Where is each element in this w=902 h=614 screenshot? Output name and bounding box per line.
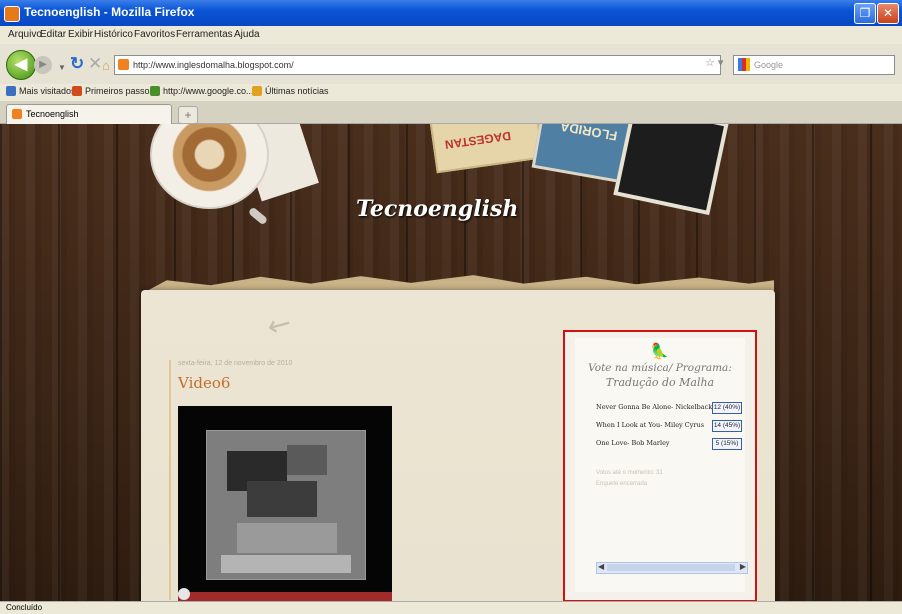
tab-tecnoenglish[interactable]: Tecnoenglish (6, 104, 172, 124)
url-text: http://www.inglesdomalha.blogspot.com/ (133, 60, 294, 70)
parrot-icon: 🦜 (650, 343, 669, 360)
blog-title[interactable]: Tecnoenglish (356, 196, 518, 222)
site-favicon (118, 59, 129, 70)
tab-label: Tecnoenglish (26, 109, 79, 119)
bookmark-ultimas-noticias[interactable]: Últimas notícias (252, 86, 329, 96)
spoon-image (247, 206, 269, 226)
web-content: DAGESTAN FLORIDA Tecnoenglish ↙ sexta-fe… (0, 124, 902, 601)
poll-widget-highlight: 🦜 Vote na música/ Programa: Tradução do … (563, 330, 757, 601)
menu-arquivo[interactable]: Arquivo (8, 29, 42, 40)
new-tab-button[interactable]: + (178, 106, 198, 124)
bookmark-label: Mais visitados (19, 86, 76, 96)
close-window-button[interactable]: ✕ (877, 3, 899, 24)
menu-historico[interactable]: Histórico (94, 29, 133, 40)
menu-favoritos[interactable]: Favoritos (134, 29, 175, 40)
poll-result: 12 (40%) (712, 402, 742, 414)
poll-song: When I Look at You- Miley Cyrus (596, 421, 705, 429)
back-button[interactable]: ◀ (6, 50, 36, 80)
video-progress-bar[interactable] (178, 592, 392, 601)
stop-icon[interactable]: ✕ (88, 54, 102, 74)
menu-ajuda[interactable]: Ajuda (234, 29, 260, 40)
header-card-dagestan: DAGESTAN (428, 124, 544, 174)
rss-icon (252, 86, 262, 96)
home-icon[interactable]: ⌂ (102, 56, 110, 76)
bookmark-google[interactable]: http://www.google.co... (150, 86, 254, 96)
video-seek-handle[interactable] (178, 588, 190, 600)
firefox-icon (4, 6, 20, 22)
menu-ferramentas[interactable]: Ferramentas (176, 29, 233, 40)
google-icon (738, 58, 750, 71)
poll-subtitle: Tradução do Malha (605, 376, 715, 389)
poll-song: Never Gonna Be Alone- Nickelback (596, 403, 713, 411)
search-box[interactable]: Google (733, 55, 895, 75)
poll-scrollbar[interactable]: ◀ ▶ (596, 562, 748, 574)
card-text: DAGESTAN (443, 128, 512, 152)
restore-button[interactable]: ❐ (854, 3, 876, 24)
navigation-toolbar: ◀ ▶ ▼ ↻ ✕ ⌂ http://www.inglesdomalha.blo… (0, 44, 902, 84)
status-text: Concluído (6, 603, 43, 612)
bookmark-label: Primeiros passos (85, 86, 155, 96)
tab-strip: Tecnoenglish + (0, 101, 902, 124)
video-thumbnail (206, 430, 366, 580)
bookmark-mais-visitados[interactable]: Mais visitados (6, 86, 76, 96)
tab-favicon (12, 109, 22, 119)
bookmark-primeiros-passos[interactable]: Primeiros passos (72, 86, 154, 96)
title-bar: Tecnoenglish - Mozilla Firefox ❐ ✕ (0, 0, 902, 26)
poll-option: One Love- Bob Marley 5 (15%) (596, 438, 744, 450)
bookmark-label: http://www.google.co... (163, 86, 254, 96)
poll-result: 14 (45%) (712, 420, 742, 432)
bookmark-star-icon[interactable]: ☆ ▾ (705, 56, 723, 69)
scroll-left-icon[interactable]: ◀ (598, 562, 604, 571)
poll-title: Vote na música/ Programa: (588, 362, 732, 374)
post-title[interactable]: Video6 (178, 374, 230, 392)
poll-status: Enquete encerrada (596, 481, 648, 487)
search-placeholder: Google (754, 60, 784, 70)
card-text: FLORIDA (558, 124, 619, 144)
bookmark-icon (150, 86, 160, 96)
post-date: sexta-feira, 12 de novembro de 2010 (178, 360, 293, 367)
menu-editar[interactable]: Editar (40, 29, 66, 40)
bookmarks-toolbar: Mais visitados Primeiros passos http://w… (0, 84, 902, 101)
bookmark-icon (6, 86, 16, 96)
scroll-thumb[interactable] (607, 564, 735, 571)
scroll-right-icon[interactable]: ▶ (740, 562, 746, 571)
window-title: Tecnoenglish - Mozilla Firefox (24, 5, 195, 19)
poll-option: Never Gonna Be Alone- Nickelback 12 (40%… (596, 402, 744, 414)
post-divider (169, 360, 171, 600)
poll-votes: Votos até o momento: 31 (596, 470, 663, 476)
status-bar: Concluído (0, 601, 902, 614)
header-photo (613, 124, 729, 216)
history-dropdown-icon[interactable]: ▼ (58, 58, 66, 78)
poll-song: One Love- Bob Marley (596, 439, 670, 447)
bookmark-icon (72, 86, 82, 96)
address-bar[interactable]: http://www.inglesdomalha.blogspot.com/ (114, 55, 721, 75)
coffee-cup-image (150, 124, 269, 209)
menu-bar: Arquivo Editar Exibir Histórico Favorito… (0, 26, 902, 44)
menu-exibir[interactable]: Exibir (68, 29, 93, 40)
reload-icon[interactable]: ↻ (70, 54, 84, 74)
poll-result: 5 (15%) (712, 438, 742, 450)
bookmark-label: Últimas notícias (265, 86, 329, 96)
forward-button[interactable]: ▶ (34, 56, 52, 74)
video-player[interactable] (178, 406, 392, 601)
poll-widget: 🦜 Vote na música/ Programa: Tradução do … (575, 338, 748, 592)
poll-option: When I Look at You- Miley Cyrus 14 (45%) (596, 420, 744, 432)
